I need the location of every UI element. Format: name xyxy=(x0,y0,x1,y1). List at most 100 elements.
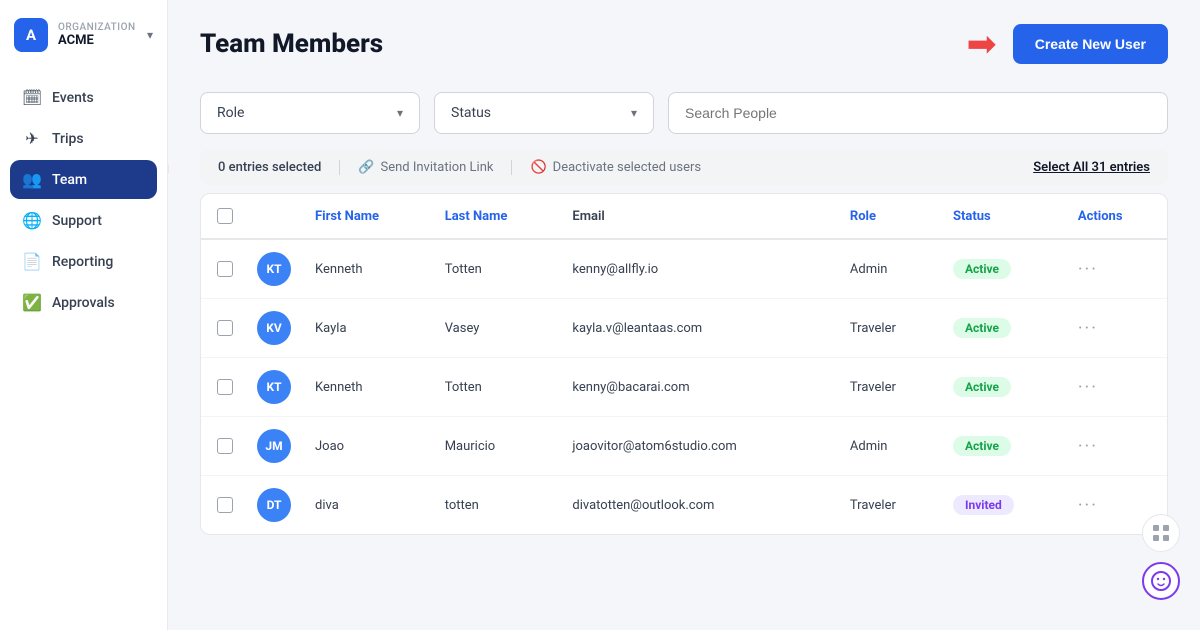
row-actions-menu-button[interactable]: ··· xyxy=(1078,377,1098,398)
row-checkbox[interactable] xyxy=(217,320,233,336)
sidebar-nav: 🗓 Events ✈ Trips 👥 Team 🌐 Support 📄 Repo… xyxy=(0,70,167,330)
team-table: First Name Last Name Email Role Status A… xyxy=(200,193,1168,535)
chevron-down-icon: ▾ xyxy=(397,106,403,120)
org-label: Organization xyxy=(58,22,136,33)
row-status: Active xyxy=(941,239,1066,299)
row-last-name: Totten xyxy=(433,358,561,417)
avatar: KV xyxy=(257,311,291,345)
avatar: KT xyxy=(257,252,291,286)
checkbox-header xyxy=(201,194,245,239)
row-checkbox[interactable] xyxy=(217,379,233,395)
left-arrow-annotation: ⬅ xyxy=(168,147,170,189)
sidebar-item-trips[interactable]: ✈ Trips xyxy=(10,119,157,158)
row-checkbox-cell xyxy=(201,299,245,358)
select-all-link[interactable]: Select All 31 entries xyxy=(1033,160,1150,175)
row-first-name: Joao xyxy=(303,417,433,476)
sidebar-item-approvals[interactable]: ✅ Approvals xyxy=(10,283,157,322)
status-badge: Active xyxy=(953,436,1011,456)
support-icon: 🌐 xyxy=(22,211,42,230)
chevron-down-icon: ▾ xyxy=(631,106,637,120)
row-status: Active xyxy=(941,417,1066,476)
floating-icons xyxy=(1142,514,1180,600)
sidebar-item-events[interactable]: 🗓 Events xyxy=(10,78,157,117)
deactivate-users-button[interactable]: 🚫 Deactivate selected users xyxy=(530,160,719,175)
reporting-icon: 📄 xyxy=(22,252,42,271)
row-avatar-cell: KT xyxy=(245,358,303,417)
page-title: Team Members xyxy=(200,29,383,59)
org-name: ACME xyxy=(58,33,136,48)
row-actions: ··· xyxy=(1066,358,1167,417)
role-filter-label: Role xyxy=(217,105,244,121)
table-row: JM Joao Mauricio joaovitor@atom6studio.c… xyxy=(201,417,1167,476)
filters-row: Role ▾ Status ▾ xyxy=(200,92,1168,134)
ban-icon: 🚫 xyxy=(530,160,546,175)
row-avatar-cell: KT xyxy=(245,239,303,299)
org-selector[interactable]: A Organization ACME ▾ xyxy=(0,0,167,70)
table-row: KV Kayla Vasey kayla.v@leantaas.com Trav… xyxy=(201,299,1167,358)
row-first-name: Kayla xyxy=(303,299,433,358)
row-role: Admin xyxy=(838,239,941,299)
selection-bar: ⬅ 0 entries selected 🔗 Send Invitation L… xyxy=(200,150,1168,185)
send-invitation-link-button[interactable]: 🔗 Send Invitation Link xyxy=(358,160,512,175)
row-checkbox-cell xyxy=(201,358,245,417)
row-first-name: Kenneth xyxy=(303,239,433,299)
face-icon-button[interactable] xyxy=(1142,562,1180,600)
sidebar-item-support[interactable]: 🌐 Support xyxy=(10,201,157,240)
row-first-name: Kenneth xyxy=(303,358,433,417)
row-role: Traveler xyxy=(838,299,941,358)
row-status: Active xyxy=(941,299,1066,358)
row-last-name: Mauricio xyxy=(433,417,561,476)
actions-header: Actions xyxy=(1066,194,1167,239)
row-checkbox[interactable] xyxy=(217,497,233,513)
row-role: Traveler xyxy=(838,476,941,535)
row-avatar-cell: KV xyxy=(245,299,303,358)
row-actions-menu-button[interactable]: ··· xyxy=(1078,436,1098,457)
row-role: Traveler xyxy=(838,358,941,417)
entries-selected-count: 0 entries selected xyxy=(218,160,340,175)
row-status: Invited xyxy=(941,476,1066,535)
sidebar-item-reporting[interactable]: 📄 Reporting xyxy=(10,242,157,281)
table-row: KT Kenneth Totten kenny@bacarai.com Trav… xyxy=(201,358,1167,417)
row-avatar-cell: DT xyxy=(245,476,303,535)
avatar-col-header xyxy=(245,194,303,239)
row-checkbox-cell xyxy=(201,417,245,476)
last-name-header[interactable]: Last Name xyxy=(433,194,561,239)
select-all-checkbox[interactable] xyxy=(217,208,233,224)
create-new-user-button[interactable]: Create New User xyxy=(1013,24,1168,64)
page-header: Team Members ➡ Create New User xyxy=(200,24,1168,64)
search-input[interactable] xyxy=(668,92,1168,134)
status-filter[interactable]: Status ▾ xyxy=(434,92,654,134)
row-checkbox[interactable] xyxy=(217,438,233,454)
row-role: Admin xyxy=(838,417,941,476)
role-header[interactable]: Role xyxy=(838,194,941,239)
sidebar-item-label: Reporting xyxy=(52,254,113,270)
avatar: KT xyxy=(257,370,291,404)
first-name-header[interactable]: First Name xyxy=(303,194,433,239)
table-row: DT diva totten divatotten@outlook.com Tr… xyxy=(201,476,1167,535)
row-checkbox[interactable] xyxy=(217,261,233,277)
row-email: kenny@allfly.io xyxy=(560,239,837,299)
avatar: DT xyxy=(257,488,291,522)
arrow-annotation: ➡ xyxy=(967,26,997,62)
row-last-name: Totten xyxy=(433,239,561,299)
row-last-name: Vasey xyxy=(433,299,561,358)
row-actions-menu-button[interactable]: ··· xyxy=(1078,495,1098,516)
sidebar: A Organization ACME ▾ 🗓 Events ✈ Trips 👥… xyxy=(0,0,168,630)
trips-icon: ✈ xyxy=(22,129,42,148)
row-email: divatotten@outlook.com xyxy=(560,476,837,535)
row-first-name: diva xyxy=(303,476,433,535)
status-header[interactable]: Status xyxy=(941,194,1066,239)
apps-icon-button[interactable] xyxy=(1142,514,1180,552)
row-status: Active xyxy=(941,358,1066,417)
row-actions-menu-button[interactable]: ··· xyxy=(1078,318,1098,339)
table-row: KT Kenneth Totten kenny@allfly.io Admin … xyxy=(201,239,1167,299)
row-last-name: totten xyxy=(433,476,561,535)
sidebar-item-team[interactable]: 👥 Team xyxy=(10,160,157,199)
role-filter[interactable]: Role ▾ xyxy=(200,92,420,134)
org-avatar: A xyxy=(14,18,48,52)
status-filter-label: Status xyxy=(451,105,491,121)
row-avatar-cell: JM xyxy=(245,417,303,476)
sidebar-item-label: Team xyxy=(52,172,87,188)
row-actions-menu-button[interactable]: ··· xyxy=(1078,259,1098,280)
row-actions: ··· xyxy=(1066,299,1167,358)
